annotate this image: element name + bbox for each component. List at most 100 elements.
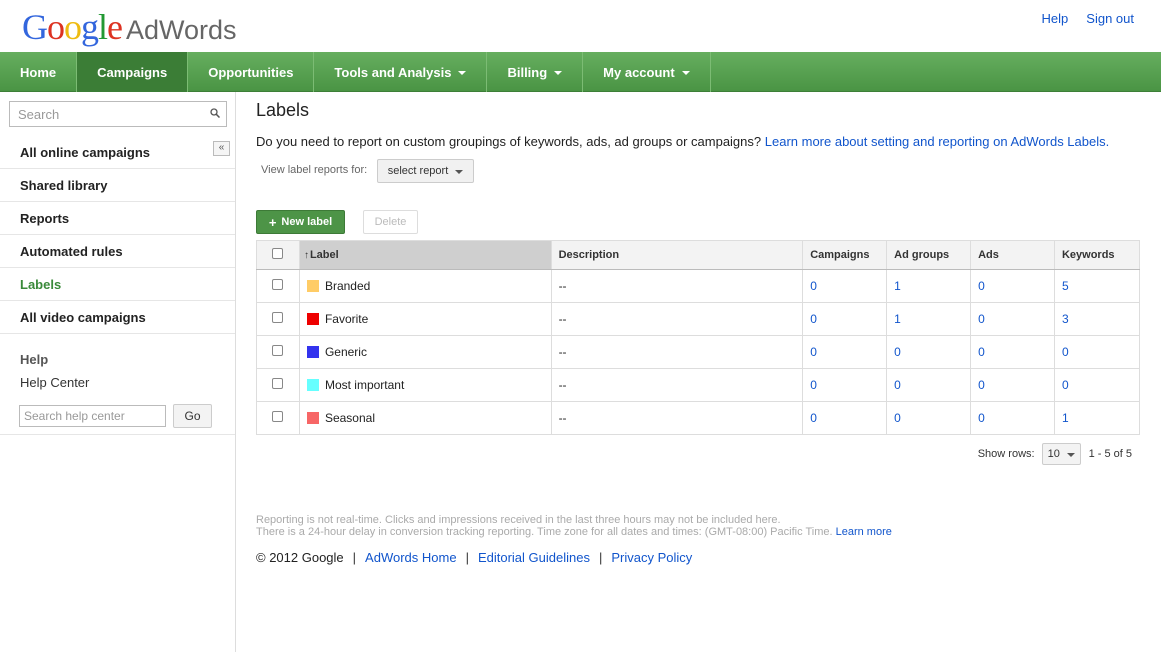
help-title: Help <box>20 352 49 367</box>
sidebar-search-input[interactable]: Search <box>9 101 227 127</box>
search-icon[interactable] <box>210 108 220 118</box>
label-color-swatch <box>306 412 319 424</box>
label-name[interactable]: Branded <box>325 279 370 293</box>
table-body: Branded -- 0 1 0 5 Favorite -- 0 1 0 3 Generic -- 0 0 0 0… <box>256 269 1141 435</box>
keywords-count-link[interactable]: 0 <box>1062 345 1069 359</box>
sidebar-item-all-online-campaigns[interactable]: All online campaigns <box>0 136 235 169</box>
chevron-down-icon <box>455 170 464 174</box>
ad-groups-count-link[interactable]: 1 <box>894 312 901 326</box>
row-checkbox[interactable] <box>272 411 284 422</box>
ads-count-link[interactable]: 0 <box>978 378 985 392</box>
campaigns-cell: 0 <box>802 401 888 435</box>
rows-per-page-select[interactable]: 10 <box>1041 443 1081 465</box>
go-button[interactable]: Go <box>173 404 212 428</box>
row-select-cell <box>256 368 300 402</box>
campaigns-cell: 0 <box>802 302 888 336</box>
col-label[interactable]: ↑Label <box>298 240 552 270</box>
ads-count-link[interactable]: 0 <box>978 279 985 293</box>
nav-opportunities[interactable]: Opportunities <box>188 52 315 92</box>
show-rows-label: Show rows: <box>977 448 1035 460</box>
ad-groups-cell: 1 <box>886 302 972 336</box>
ad-groups-count-link[interactable]: 1 <box>894 279 901 293</box>
privacy-policy-link[interactable]: Privacy Policy <box>611 550 692 565</box>
row-select-cell <box>256 302 300 336</box>
campaigns-count-link[interactable]: 0 <box>810 279 817 293</box>
learn-more-labels-link[interactable]: Learn more about setting and reporting o… <box>765 134 1109 149</box>
row-checkbox[interactable] <box>272 345 284 356</box>
label-name[interactable]: Seasonal <box>325 411 375 425</box>
editorial-guidelines-link[interactable]: Editorial Guidelines <box>478 550 590 565</box>
label-color-swatch <box>306 346 319 358</box>
campaigns-count-link[interactable]: 0 <box>810 411 817 425</box>
table-row: Favorite -- 0 1 0 3 <box>256 302 1141 336</box>
label-cell: Seasonal <box>298 401 552 435</box>
ads-count-link[interactable]: 0 <box>978 345 985 359</box>
sidebar-item-shared-library[interactable]: Shared library <box>0 169 235 202</box>
col-campaigns[interactable]: Campaigns <box>802 240 888 270</box>
keywords-cell: 0 <box>1053 368 1141 402</box>
row-select-cell <box>256 269 300 303</box>
google-logo-text: Google <box>22 7 123 47</box>
sign-out-link[interactable]: Sign out <box>1086 11 1134 26</box>
label-name[interactable]: Generic <box>325 345 367 359</box>
col-ads[interactable]: Ads <box>970 240 1055 270</box>
nav-home[interactable]: Home <box>0 52 78 92</box>
campaigns-count-link[interactable]: 0 <box>810 345 817 359</box>
ads-count-link[interactable]: 0 <box>978 411 985 425</box>
nav-my-account[interactable]: My account <box>583 52 711 92</box>
select-report-dropdown[interactable]: select report <box>377 159 474 183</box>
label-name[interactable]: Most important <box>325 378 404 392</box>
nav-label: Billing <box>507 64 548 80</box>
ad-groups-count-link[interactable]: 0 <box>894 411 901 425</box>
campaigns-count-link[interactable]: 0 <box>810 378 817 392</box>
header: Google AdWords Help Sign out <box>0 0 1161 52</box>
ad-groups-count-link[interactable]: 0 <box>894 345 901 359</box>
sidebar-item-automated-rules[interactable]: Automated rules <box>0 235 235 268</box>
nav-label: Opportunities <box>208 64 294 80</box>
ads-count-link[interactable]: 0 <box>978 312 985 326</box>
sidebar-menu: All online campaigns Shared library Report… <box>0 136 235 334</box>
intro-text: Do you need to report on custom grouping… <box>256 134 1109 149</box>
main-content: Labels Do you need to report on custom g… <box>256 92 1146 652</box>
keywords-count-link[interactable]: 3 <box>1062 312 1069 326</box>
sidebar-item-all-video-campaigns[interactable]: All video campaigns <box>0 301 235 334</box>
footer-separator: | <box>352 550 357 565</box>
row-checkbox[interactable] <box>272 312 284 323</box>
campaigns-cell: 0 <box>802 368 888 402</box>
nav-campaigns[interactable]: Campaigns <box>77 52 189 92</box>
col-ad-groups[interactable]: Ad groups <box>886 240 972 270</box>
help-search-input[interactable]: Search help center <box>19 405 166 427</box>
col-description[interactable]: Description <box>550 240 804 270</box>
ads-cell: 0 <box>970 302 1055 336</box>
keywords-count-link[interactable]: 1 <box>1062 411 1069 425</box>
keywords-count-link[interactable]: 5 <box>1062 279 1069 293</box>
help-link[interactable]: Help <box>1042 11 1069 26</box>
nav-label: Tools and Analysis <box>334 64 452 80</box>
new-label-button[interactable]: + New label <box>256 210 345 234</box>
row-checkbox[interactable] <box>272 378 284 389</box>
table-header-row: ↑Label Description Campaigns Ad groups A… <box>256 240 1141 270</box>
label-name[interactable]: Favorite <box>325 312 368 326</box>
campaigns-count-link[interactable]: 0 <box>810 312 817 326</box>
row-checkbox[interactable] <box>272 279 284 290</box>
delete-button[interactable]: Delete <box>363 210 418 234</box>
keywords-count-link[interactable]: 0 <box>1062 378 1069 392</box>
ads-cell: 0 <box>970 368 1055 402</box>
help-center-link[interactable]: Help Center <box>20 375 89 390</box>
ad-groups-count-link[interactable]: 0 <box>894 378 901 392</box>
sidebar-item-labels[interactable]: Labels <box>0 268 235 301</box>
nav-billing[interactable]: Billing <box>487 52 584 92</box>
adwords-home-link[interactable]: AdWords Home <box>365 550 457 565</box>
adwords-logo[interactable]: Google AdWords <box>22 6 237 48</box>
ads-cell: 0 <box>970 335 1055 369</box>
collapse-sidebar-icon[interactable]: « <box>213 141 230 156</box>
nav-label: Campaigns <box>97 64 168 80</box>
ad-groups-cell: 0 <box>886 368 972 402</box>
col-keywords[interactable]: Keywords <box>1053 240 1141 270</box>
note-learn-more-link[interactable]: Learn more <box>836 526 892 538</box>
nav-tools-and-analysis[interactable]: Tools and Analysis <box>314 52 488 92</box>
ads-cell: 0 <box>970 269 1055 303</box>
intro-question: Do you need to report on custom grouping… <box>256 134 762 149</box>
select-all-checkbox[interactable] <box>272 248 284 259</box>
sidebar-item-reports[interactable]: Reports <box>0 202 235 235</box>
